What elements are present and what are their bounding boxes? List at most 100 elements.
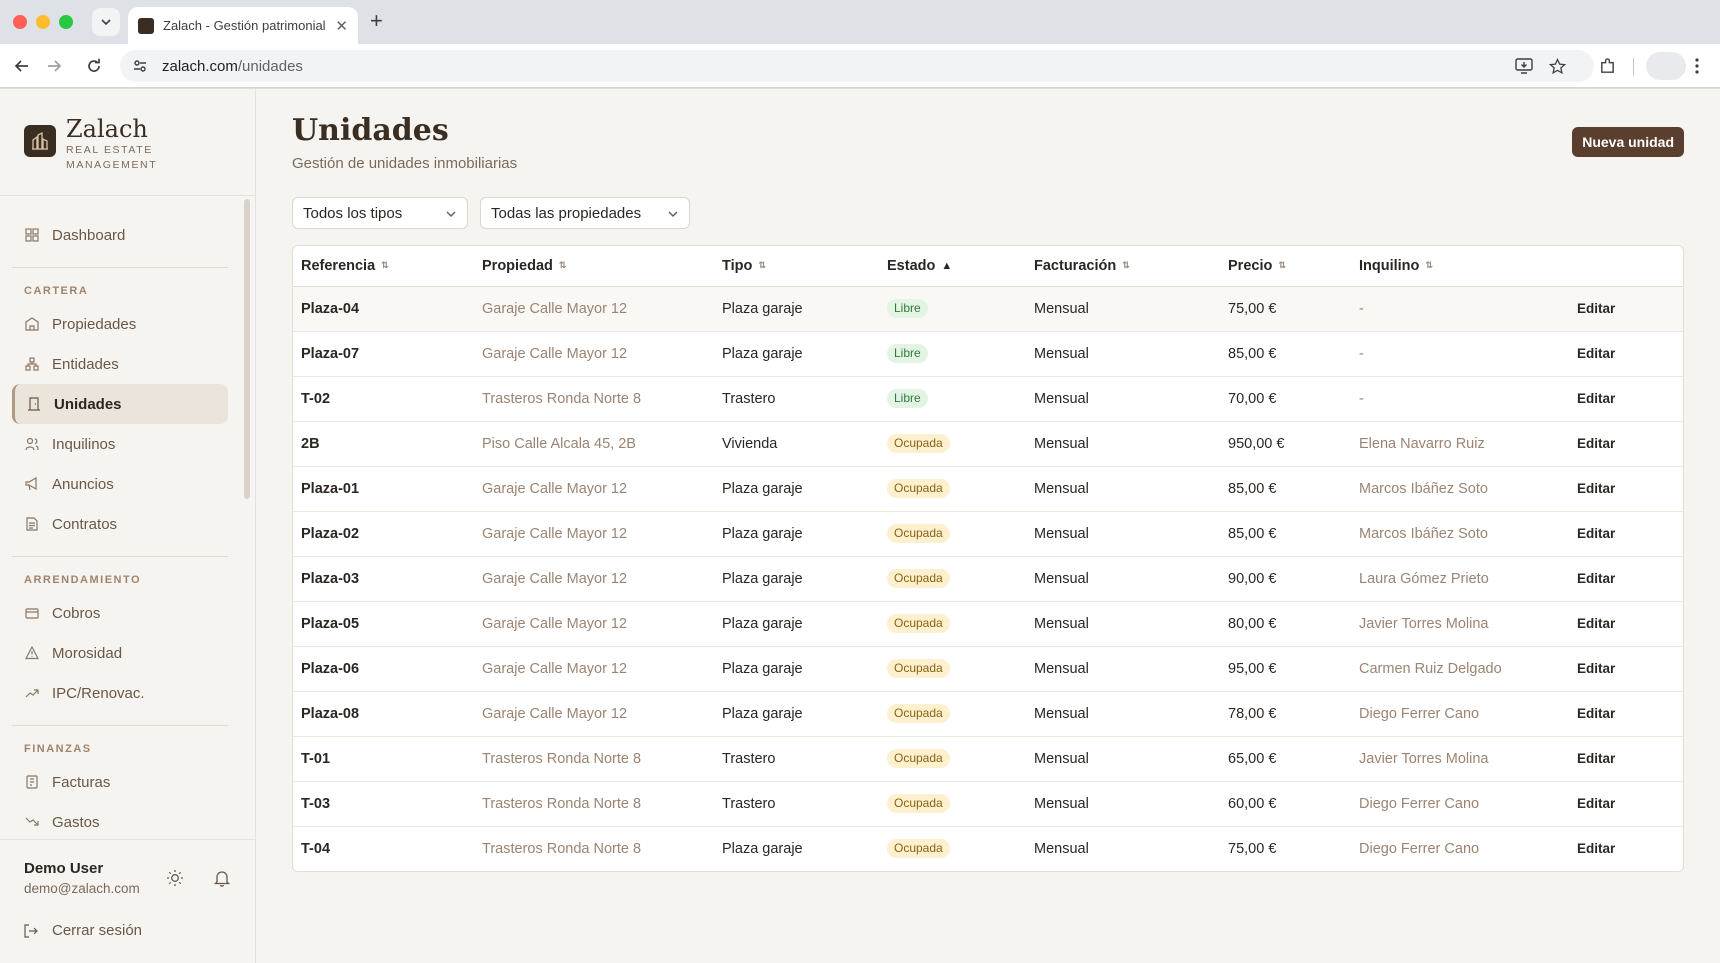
billing-period: Mensual xyxy=(1026,376,1220,422)
window-minimize-button[interactable] xyxy=(36,15,50,29)
table-row[interactable]: Plaza-02 Garaje Calle Mayor 12 Plaza garaj… xyxy=(293,511,1683,557)
address-bar[interactable]: zalach.com/unidades xyxy=(120,50,1594,82)
browser-tab-active[interactable]: Zalach - Gestión patrimonial i ✕ xyxy=(128,7,358,44)
table-row[interactable]: Plaza-08 Garaje Calle Mayor 12 Plaza garaj… xyxy=(293,691,1683,737)
property-link[interactable]: Garaje Calle Mayor 12 xyxy=(474,601,714,647)
tenant-link[interactable]: Diego Ferrer Cano xyxy=(1351,691,1567,737)
sidebar-item-gastos[interactable]: Gastos xyxy=(12,802,228,842)
tenant-link[interactable]: Javier Torres Molina xyxy=(1351,736,1567,782)
forward-icon[interactable] xyxy=(42,55,66,77)
edit-button[interactable]: Editar xyxy=(1567,376,1683,422)
back-icon[interactable] xyxy=(10,55,34,77)
install-app-icon[interactable] xyxy=(1513,55,1535,77)
sidebar-item-dashboard[interactable]: Dashboard xyxy=(12,215,228,255)
column-header-tipo[interactable]: Tipo ⇅ xyxy=(714,246,879,287)
edit-button[interactable]: Editar xyxy=(1567,331,1683,377)
property-link[interactable]: Garaje Calle Mayor 12 xyxy=(474,286,714,332)
sidebar-scrollbar[interactable] xyxy=(244,199,250,499)
property-link[interactable]: Garaje Calle Mayor 12 xyxy=(474,556,714,602)
table-row[interactable]: Plaza-03 Garaje Calle Mayor 12 Plaza garaj… xyxy=(293,556,1683,602)
column-header-inquilino[interactable]: Inquilino ⇅ xyxy=(1351,246,1567,287)
table-row[interactable]: T-03 Trasteros Ronda Norte 8 Trastero Ocupa… xyxy=(293,781,1683,827)
property-filter-select[interactable]: Todas las propiedades xyxy=(480,197,690,229)
edit-button[interactable]: Editar xyxy=(1567,421,1683,467)
edit-button[interactable]: Editar xyxy=(1567,601,1683,647)
logout-button[interactable]: Cerrar sesión xyxy=(24,922,142,939)
edit-button[interactable]: Editar xyxy=(1567,826,1683,871)
tenant-link[interactable]: Diego Ferrer Cano xyxy=(1351,826,1567,871)
table-row[interactable]: Plaza-06 Garaje Calle Mayor 12 Plaza garaj… xyxy=(293,646,1683,692)
property-link[interactable]: Garaje Calle Mayor 12 xyxy=(474,511,714,557)
tenant-link[interactable]: Marcos Ibáñez Soto xyxy=(1351,466,1567,512)
close-icon[interactable]: ✕ xyxy=(335,17,348,35)
new-tab-button[interactable]: + xyxy=(370,10,383,32)
tenant-link[interactable]: Carmen Ruiz Delgado xyxy=(1351,646,1567,692)
more-menu-icon[interactable] xyxy=(1686,55,1708,77)
bell-icon[interactable] xyxy=(212,868,232,888)
table-row[interactable]: T-01 Trasteros Ronda Norte 8 Trastero Ocupa… xyxy=(293,736,1683,782)
sidebar-item-unidades[interactable]: Unidades xyxy=(12,384,228,424)
edit-button[interactable]: Editar xyxy=(1567,511,1683,557)
edit-button[interactable]: Editar xyxy=(1567,736,1683,782)
unit-price: 90,00 € xyxy=(1220,556,1351,602)
property-link[interactable]: Garaje Calle Mayor 12 xyxy=(474,646,714,692)
column-header-referencia[interactable]: Referencia ⇅ xyxy=(293,246,474,287)
tenant-link[interactable]: Diego Ferrer Cano xyxy=(1351,781,1567,827)
tenant-link[interactable]: Elena Navarro Ruiz xyxy=(1351,421,1567,467)
sidebar-item-inquilinos[interactable]: Inquilinos xyxy=(12,424,228,464)
profile-avatar[interactable] xyxy=(1646,52,1686,80)
edit-button[interactable]: Editar xyxy=(1567,556,1683,602)
tenant-link[interactable]: Javier Torres Molina xyxy=(1351,601,1567,647)
extensions-icon[interactable] xyxy=(1596,55,1618,77)
type-filter-select[interactable]: Todos los tipos xyxy=(292,197,468,229)
property-link[interactable]: Trasteros Ronda Norte 8 xyxy=(474,781,714,827)
edit-button[interactable]: Editar xyxy=(1567,781,1683,827)
sidebar-item-anuncios[interactable]: Anuncios xyxy=(12,464,228,504)
sidebar-item-facturas[interactable]: Facturas xyxy=(12,762,228,802)
table-row[interactable]: Plaza-05 Garaje Calle Mayor 12 Plaza garaj… xyxy=(293,601,1683,647)
brand[interactable]: Zalach REAL ESTATE MANAGEMENT xyxy=(24,115,166,173)
edit-button[interactable]: Editar xyxy=(1567,466,1683,512)
browser-tab-strip: Zalach - Gestión patrimonial i ✕ + xyxy=(0,0,1720,44)
edit-button[interactable]: Editar xyxy=(1567,691,1683,737)
building-icon xyxy=(24,316,40,332)
billing-period: Mensual xyxy=(1026,556,1220,602)
table-row[interactable]: Plaza-01 Garaje Calle Mayor 12 Plaza garaj… xyxy=(293,466,1683,512)
sidebar-item-morosidad[interactable]: Morosidad xyxy=(12,633,228,673)
bookmark-star-icon[interactable] xyxy=(1546,55,1568,77)
property-link[interactable]: Trasteros Ronda Norte 8 xyxy=(474,736,714,782)
sidebar-item-ipc[interactable]: IPC/Renovac. xyxy=(12,673,228,713)
sidebar-item-entidades[interactable]: Entidades xyxy=(12,344,228,384)
property-link[interactable]: Piso Calle Alcala 45, 2B xyxy=(474,421,714,467)
property-filter-value: Todas las propiedades xyxy=(491,204,642,222)
column-header-precio[interactable]: Precio ⇅ xyxy=(1220,246,1351,287)
sun-icon[interactable] xyxy=(165,868,185,888)
edit-button[interactable]: Editar xyxy=(1567,286,1683,332)
status-badge: Ocupada xyxy=(887,569,950,588)
property-link[interactable]: Trasteros Ronda Norte 8 xyxy=(474,826,714,871)
property-link[interactable]: Trasteros Ronda Norte 8 xyxy=(474,376,714,422)
sidebar-item-cobros[interactable]: Cobros xyxy=(12,593,228,633)
edit-button[interactable]: Editar xyxy=(1567,646,1683,692)
property-link[interactable]: Garaje Calle Mayor 12 xyxy=(474,691,714,737)
column-header-propiedad[interactable]: Propiedad ⇅ xyxy=(474,246,714,287)
tab-search-button[interactable] xyxy=(92,8,120,36)
window-close-button[interactable] xyxy=(13,15,27,29)
table-row[interactable]: 2B Piso Calle Alcala 45, 2B Vivienda Ocupad… xyxy=(293,421,1683,467)
column-header-facturacion[interactable]: Facturación ⇅ xyxy=(1026,246,1220,287)
tenant-link[interactable]: Laura Gómez Prieto xyxy=(1351,556,1567,602)
reload-icon[interactable] xyxy=(82,55,106,77)
new-unit-button[interactable]: Nueva unidad xyxy=(1572,127,1684,157)
property-link[interactable]: Garaje Calle Mayor 12 xyxy=(474,331,714,377)
table-row[interactable]: Plaza-04 Garaje Calle Mayor 12 Plaza garaj… xyxy=(293,286,1683,332)
sidebar-item-propiedades[interactable]: Propiedades xyxy=(12,304,228,344)
sidebar-item-contratos[interactable]: Contratos xyxy=(12,504,228,544)
property-link[interactable]: Garaje Calle Mayor 12 xyxy=(474,466,714,512)
window-zoom-button[interactable] xyxy=(59,15,73,29)
column-header-estado[interactable]: Estado ▲ xyxy=(879,246,1026,287)
site-settings-icon[interactable] xyxy=(132,58,148,74)
table-row[interactable]: Plaza-07 Garaje Calle Mayor 12 Plaza garaj… xyxy=(293,331,1683,377)
table-row[interactable]: T-04 Trasteros Ronda Norte 8 Plaza garaje O… xyxy=(293,826,1683,871)
tenant-link[interactable]: Marcos Ibáñez Soto xyxy=(1351,511,1567,557)
table-row[interactable]: T-02 Trasteros Ronda Norte 8 Trastero Libre… xyxy=(293,376,1683,422)
